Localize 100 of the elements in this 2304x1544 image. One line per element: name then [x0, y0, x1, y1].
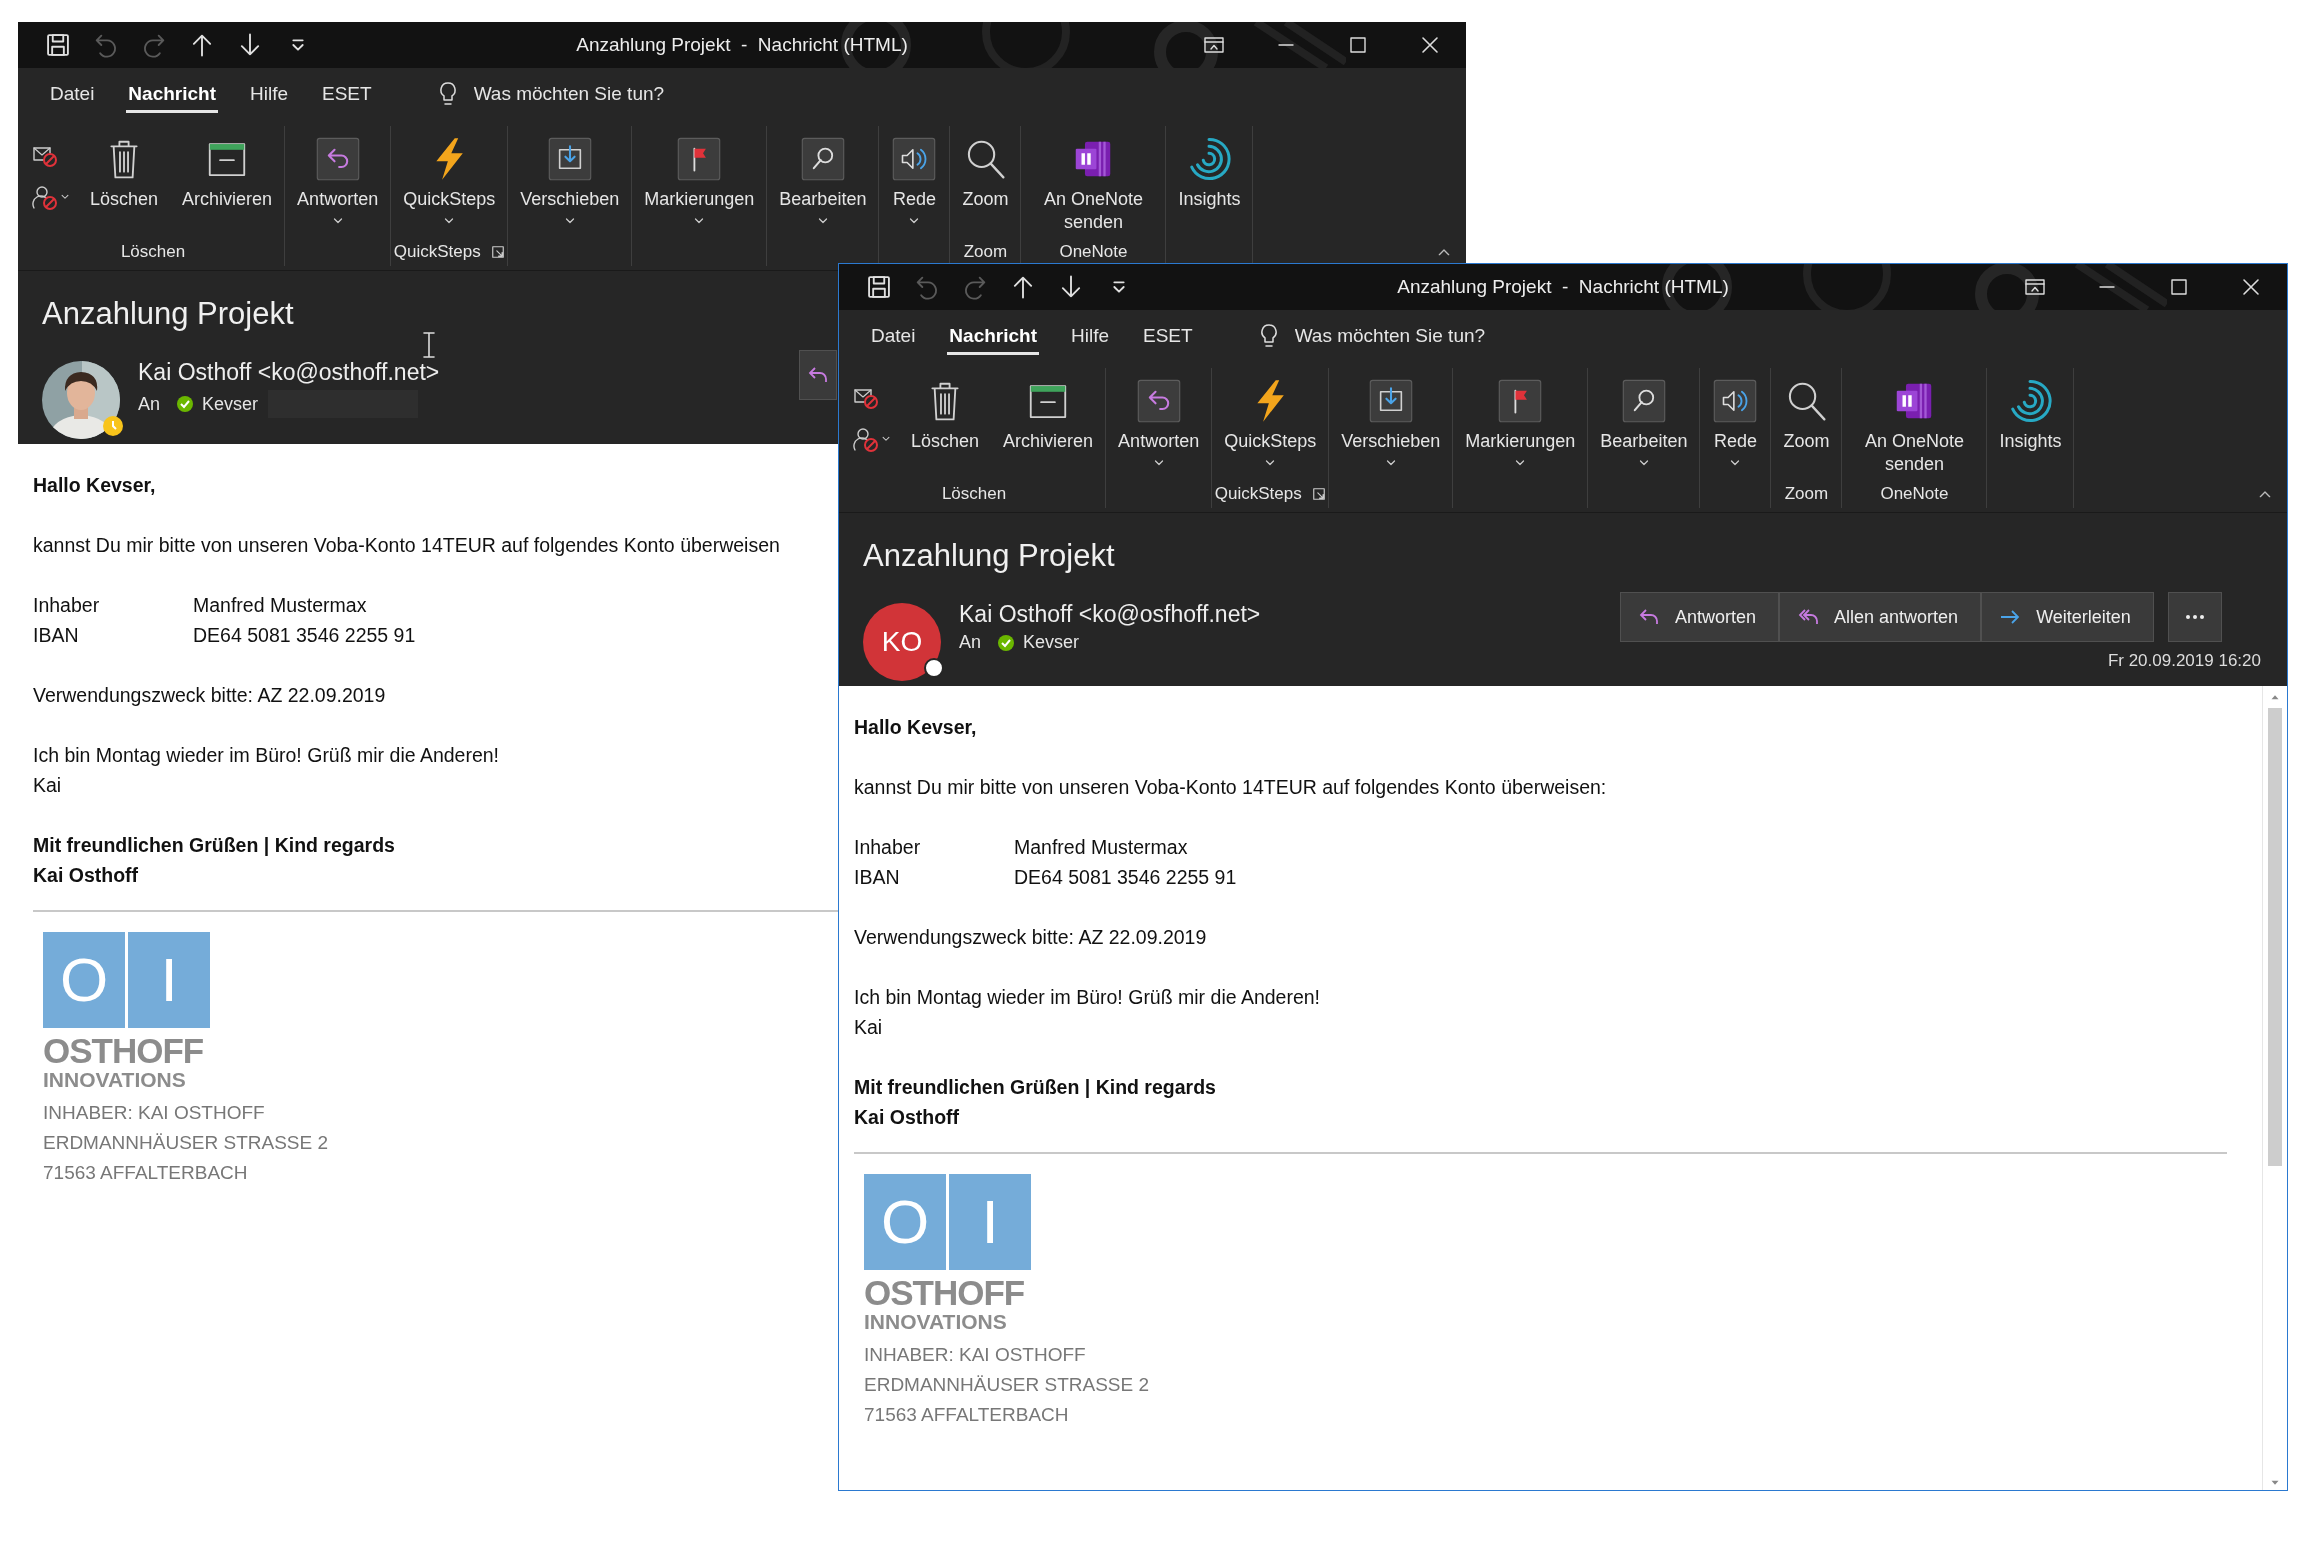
- ribbon-button[interactable]: Rede: [1700, 372, 1771, 480]
- group-label: Löschen: [120, 242, 186, 262]
- text-line: kannst Du mir bitte von unseren Voba-Konto 14TEUR auf folgendes Konto überweisen: [33, 533, 780, 558]
- ribbon-button[interactable]: QuickSteps: [391, 130, 508, 238]
- ribbon-button[interactable]: An OneNote senden: [1842, 372, 1987, 480]
- ribbon-button[interactable]: Zoom: [1771, 372, 1842, 480]
- ribbon-button[interactable]: Markierungen: [1453, 372, 1588, 480]
- avatar[interactable]: KO: [863, 603, 941, 681]
- tell-me-field[interactable]: Was möchten Sie tun?: [473, 83, 704, 105]
- menu-tab[interactable]: Nachricht: [935, 317, 1051, 355]
- ribbon-button[interactable]: An OneNote senden: [1021, 130, 1166, 238]
- address-line: INHABER: KAI OSTHOFF: [864, 1343, 1086, 1367]
- text-line: Mit freundlichen Grüßen | Kind regards: [33, 833, 395, 858]
- dialog-launcher-icon[interactable]: [1311, 487, 1326, 501]
- menu-tab[interactable]: ESET: [1129, 317, 1207, 355]
- speaker-icon: [891, 136, 938, 182]
- speaker-icon: [1712, 378, 1759, 424]
- menu-tab[interactable]: Nachricht: [114, 75, 230, 113]
- reply-button[interactable]: Antworten: [1620, 592, 1780, 642]
- logo-tile: I: [128, 932, 210, 1028]
- tell-me-field[interactable]: Was möchten Sie tun?: [1294, 325, 1525, 347]
- menu-tab[interactable]: Hilfe: [236, 75, 302, 113]
- logo-name: OSTHOFF: [864, 1277, 1026, 1309]
- recipient-name[interactable]: Kevser: [202, 393, 259, 415]
- to-label: An: [138, 393, 161, 415]
- text-line: Ich bin Montag wieder im Büro! Grüß mir die Anderen!: [854, 985, 1321, 1010]
- field-label: IBAN: [854, 865, 901, 890]
- ribbon-button[interactable]: Verschieben: [1329, 372, 1453, 480]
- logo-name: OSTHOFF: [43, 1035, 205, 1067]
- group-label: Zoom: [1784, 484, 1829, 504]
- address-line: ERDMANNHÄUSER STRASSE 2: [864, 1373, 1150, 1397]
- ribbon-button[interactable]: Löschen: [78, 130, 171, 238]
- address-line: ERDMANNHÄUSER STRASSE 2: [43, 1131, 329, 1155]
- save-icon[interactable]: [865, 273, 893, 301]
- recipient-name[interactable]: Kevser: [1023, 632, 1080, 653]
- dialog-launcher-icon[interactable]: [490, 245, 505, 259]
- field-value: DE64 5081 3546 2255 91: [193, 623, 416, 648]
- ribbon-button[interactable]: Archivieren: [170, 130, 285, 238]
- save-icon[interactable]: [44, 31, 72, 59]
- to-label: An: [959, 632, 982, 653]
- address-line: 71563 AFFALTERBACH: [864, 1403, 1069, 1427]
- flag-icon: [676, 136, 723, 182]
- reply-icon: [1135, 378, 1182, 424]
- text-line: Verwendungszweck bitte: AZ 22.09.2019: [854, 925, 1207, 950]
- group-label: Zoom: [963, 242, 1008, 262]
- address-line: 71563 AFFALTERBACH: [43, 1161, 248, 1185]
- flag-icon: [1497, 378, 1544, 424]
- menu-tab[interactable]: Datei: [857, 317, 930, 355]
- message-subject: Anzahlung Projekt: [863, 537, 1115, 575]
- move-icon: [546, 136, 593, 182]
- logo-tile: I: [949, 1174, 1031, 1270]
- available-status-icon: [997, 633, 1016, 652]
- text-line: Kai: [33, 773, 62, 798]
- text-cursor-icon: [422, 331, 436, 359]
- ignore-icon[interactable]: [32, 144, 58, 168]
- reply-button[interactable]: [799, 350, 837, 400]
- group-label: QuickSteps: [1214, 484, 1302, 504]
- reply-icon: [314, 136, 361, 182]
- text-line: Verwendungszweck bitte: AZ 22.09.2019: [33, 683, 386, 708]
- text-line: kannst Du mir bitte von unseren Voba-Konto 14TEUR auf folgendes Konto überweisen:: [854, 775, 1607, 800]
- text-line: Kai: [854, 1015, 883, 1040]
- window-title: Anzahlung Projekt - Nachricht (HTML): [576, 34, 908, 55]
- ribbon-button[interactable]: Antworten: [1106, 372, 1212, 480]
- ribbon-button[interactable]: Zoom: [950, 130, 1021, 238]
- magnifier-icon: [799, 136, 846, 182]
- reply-all-button[interactable]: Allen antworten: [1779, 592, 1982, 642]
- forward-button[interactable]: Weiterleiten: [1981, 592, 2154, 642]
- ribbon-button[interactable]: Löschen: [899, 372, 992, 480]
- text-line: Ich bin Montag wieder im Büro! Grüß mir die Anderen!: [33, 743, 500, 768]
- ribbon-button[interactable]: Verschieben: [508, 130, 632, 238]
- address-line: INHABER: KAI OSTHOFF: [43, 1101, 265, 1125]
- logo-tagline: INNOVATIONS: [43, 1070, 187, 1090]
- menu-tab[interactable]: ESET: [308, 75, 386, 113]
- sender-name[interactable]: Kai Osthoff <ko@osthoff.net>: [138, 359, 440, 386]
- ribbon-button[interactable]: Antworten: [285, 130, 391, 238]
- group-label: Löschen: [941, 484, 1007, 504]
- field-label: IBAN: [33, 623, 80, 648]
- text-line: Kai Osthoff: [33, 863, 139, 888]
- ribbon-button[interactable]: Bearbeiten: [1588, 372, 1700, 480]
- block-sender-icon[interactable]: [32, 184, 58, 210]
- group-label: QuickSteps: [393, 242, 481, 262]
- ribbon-button[interactable]: QuickSteps: [1212, 372, 1329, 480]
- group-label: OneNote: [1059, 242, 1128, 262]
- sender-name[interactable]: Kai Osthoff <ko@osfhoff.net>: [959, 601, 1261, 628]
- menu-tab[interactable]: Hilfe: [1057, 317, 1123, 355]
- window-title: Anzahlung Projekt - Nachricht (HTML): [1397, 276, 1729, 297]
- ribbon-button[interactable]: Markierungen: [632, 130, 767, 238]
- magnifier-icon: [1620, 378, 1667, 424]
- logo-tile: O: [43, 932, 125, 1028]
- text-line: Hallo Kevser,: [33, 473, 156, 498]
- ignore-icon[interactable]: [853, 386, 879, 410]
- group-label: OneNote: [1880, 484, 1949, 504]
- block-sender-icon[interactable]: [853, 426, 879, 452]
- ribbon-button[interactable]: Bearbeiten: [767, 130, 879, 238]
- ribbon-button[interactable]: Archivieren: [991, 372, 1106, 480]
- text-line: Mit freundlichen Grüßen | Kind regards: [854, 1075, 1216, 1100]
- ribbon-button[interactable]: Rede: [879, 130, 950, 238]
- menu-tab[interactable]: Datei: [36, 75, 109, 113]
- ribbon-button[interactable]: Insights: [1166, 130, 1253, 238]
- ribbon-button[interactable]: Insights: [1987, 372, 2074, 480]
